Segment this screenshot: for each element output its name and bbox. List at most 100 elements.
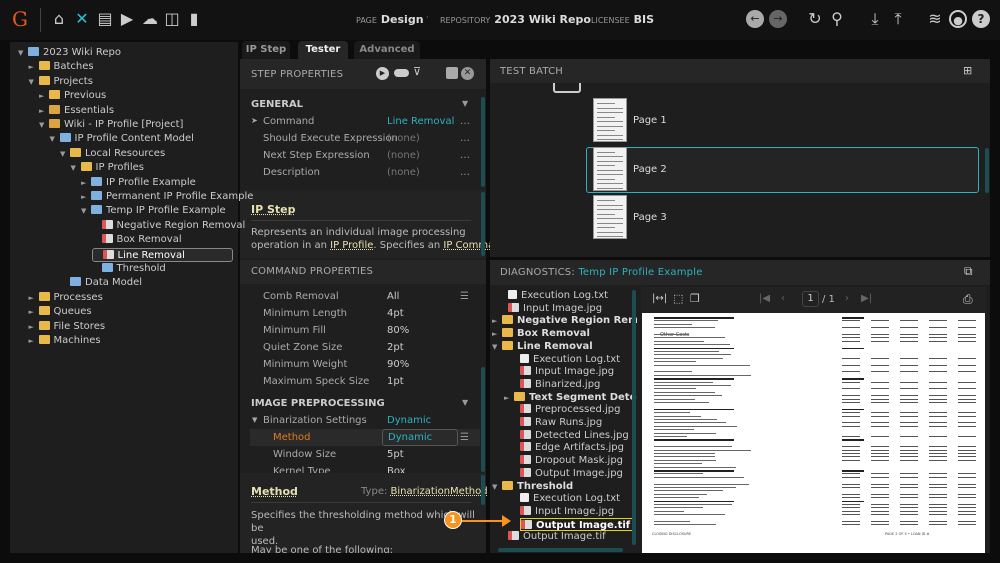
diagnostic-file[interactable]: ► Text Segment Detection — [504, 391, 637, 404]
tree-item[interactable]: ► Permanent IP Profile Example — [81, 190, 253, 204]
diagnostic-file[interactable]: Dropout Mask.jpg — [520, 454, 623, 467]
property-value[interactable]: 90% — [387, 359, 409, 370]
expand-icon[interactable]: ► — [29, 305, 39, 319]
diagnostic-file[interactable]: Output Image.jpg — [520, 467, 623, 480]
close-icon[interactable]: ✕ — [461, 67, 474, 80]
expand-icon[interactable]: ► — [29, 320, 39, 334]
cloud-upload-icon[interactable]: ☁ — [141, 10, 159, 28]
collapse-icon[interactable]: ▼ — [81, 204, 91, 218]
tab-tester[interactable]: Tester — [298, 41, 348, 59]
expand-icon[interactable]: ► — [81, 176, 91, 190]
tree-item[interactable]: Threshold — [92, 262, 166, 276]
property-value[interactable]: 80% — [387, 325, 409, 336]
user-icon[interactable]: ● — [949, 10, 967, 28]
tree-item[interactable]: ► Previous — [39, 89, 106, 103]
diagnostic-file[interactable]: Detected Lines.jpg — [520, 429, 629, 442]
tree-item[interactable]: Line Removal — [91, 247, 233, 262]
scrollbar[interactable] — [481, 192, 485, 256]
page-thumbnail[interactable] — [593, 146, 627, 191]
more-icon[interactable]: … — [460, 116, 470, 127]
next-page-icon[interactable]: › — [845, 293, 849, 304]
chevron-right-icon[interactable]: ➤ — [251, 116, 258, 125]
expand-icon[interactable]: ► — [29, 60, 39, 74]
expand-icon[interactable]: ▼ — [252, 416, 257, 424]
tree-item[interactable]: ► Queues — [29, 305, 92, 319]
tree-item[interactable]: ► IP Profile Example — [81, 176, 196, 190]
tree-item[interactable]: ▼ Temp IP Profile Example — [81, 204, 226, 218]
diagnostic-file[interactable]: ►Negative Region Removal — [492, 314, 637, 327]
collapse-icon[interactable]: ▼ — [71, 161, 81, 175]
tree-item[interactable]: ▼ Projects — [29, 75, 93, 89]
scrollbar[interactable] — [632, 290, 636, 545]
expand-icon[interactable]: ► — [39, 89, 49, 103]
diagnostic-file[interactable]: Input Image.jpg — [508, 302, 602, 315]
collapse-icon[interactable]: ▼ — [39, 118, 49, 132]
more-icon[interactable]: … — [460, 133, 470, 144]
diagnostic-file[interactable]: Raw Runs.jpg — [520, 416, 602, 429]
collapse-icon[interactable]: ▼ — [492, 481, 502, 494]
property-value[interactable]: 1pt — [387, 376, 404, 387]
method-select[interactable]: Dynamic — [382, 429, 458, 446]
page-label[interactable]: Page 2 — [633, 164, 667, 175]
tree-item[interactable]: Data Model — [60, 276, 142, 290]
diagnostic-file[interactable]: Input Image.jpg — [520, 365, 614, 378]
diagnostic-file[interactable]: Output Image.tif — [520, 517, 635, 531]
horizontal-scrollbar[interactable] — [498, 548, 623, 552]
diagnostics-profile-link[interactable]: Temp IP Profile Example — [578, 267, 702, 278]
property-value[interactable]: All — [387, 291, 399, 302]
media-icon[interactable]: ▶ — [118, 10, 136, 28]
forward-icon[interactable]: → — [769, 10, 787, 28]
image-preprocessing-header[interactable]: IMAGE PREPROCESSING — [251, 398, 385, 409]
collapse-icon[interactable]: ▼ — [50, 132, 60, 146]
back-icon[interactable]: ← — [746, 10, 764, 28]
briefcase-clock-icon[interactable]: ◫ — [163, 10, 181, 28]
chevron-down-icon[interactable]: ▼ — [462, 99, 468, 108]
tree-item[interactable]: ▼ Wiki - IP Profile [Project] — [39, 118, 183, 132]
diagnostic-file[interactable]: ▼ Line Removal — [492, 340, 593, 353]
more-icon[interactable]: … — [460, 167, 470, 178]
menu-icon[interactable]: ☰ — [460, 291, 469, 302]
archive-icon[interactable]: ▤ — [96, 10, 114, 28]
fit-width-icon[interactable]: |↔| — [652, 293, 667, 304]
property-value[interactable]: Line Removal — [387, 116, 454, 127]
scrollbar[interactable] — [481, 97, 485, 187]
fit-page-icon[interactable]: ⬚ — [673, 292, 683, 305]
tree-item[interactable]: ► Machines — [29, 334, 101, 348]
page-label[interactable]: Page 1 — [633, 115, 667, 126]
open-external-icon[interactable]: ⧉ — [964, 264, 973, 279]
scrollbar[interactable] — [985, 148, 989, 193]
tab-advanced[interactable]: Advanced — [354, 41, 420, 59]
diagnostic-file[interactable]: Edge Artifacts.jpg — [520, 441, 624, 454]
property-value[interactable]: 4pt — [387, 308, 404, 319]
play-icon[interactable]: ▶ — [376, 67, 389, 80]
expand-icon[interactable]: ► — [81, 190, 91, 204]
tree-item[interactable]: ► File Stores — [29, 320, 105, 334]
diagnostic-file[interactable]: Binarized.jpg — [520, 378, 600, 391]
tree-item[interactable]: Box Removal — [92, 233, 182, 247]
diagnostic-file[interactable]: Input Image.jpg — [520, 505, 614, 518]
diagnostic-file[interactable]: Execution Log.txt — [520, 353, 620, 366]
menu-icon[interactable]: ☰ — [460, 432, 469, 443]
collapse-icon[interactable]: ▼ — [18, 46, 28, 60]
ip-profile-link[interactable]: IP Profile — [330, 240, 373, 251]
general-section-header[interactable]: GENERAL — [251, 99, 303, 110]
collapse-icon[interactable]: ▼ — [492, 341, 502, 354]
tree-item[interactable]: ▼ 2023 Wiki Repo — [18, 46, 121, 60]
property-value[interactable]: 2pt — [387, 342, 404, 353]
diagnostic-file[interactable]: Execution Log.txt — [508, 289, 608, 302]
binarization-method-link[interactable]: BinarizationMethod — [391, 486, 488, 497]
expand-icon[interactable]: ► — [29, 334, 39, 348]
filter-off-icon[interactable]: ⊽ — [413, 65, 421, 78]
pages-icon[interactable]: ❐ — [690, 292, 700, 305]
tree-item[interactable]: ► Essentials — [39, 104, 114, 118]
tree-item[interactable]: ▼ IP Profiles — [71, 161, 144, 175]
tree-item[interactable]: ► Batches — [29, 60, 94, 74]
search-icon[interactable]: ⚲ — [828, 10, 846, 28]
tree-item[interactable]: ▼ Local Resources — [60, 147, 165, 161]
batch-folder-node[interactable] — [553, 83, 581, 93]
collapse-icon[interactable]: ▼ — [29, 75, 39, 89]
expand-icon[interactable]: ► — [504, 392, 514, 405]
print-icon[interactable]: ⎙ — [963, 292, 973, 307]
page-thumbnail[interactable] — [593, 195, 627, 239]
scrollbar[interactable] — [481, 475, 485, 505]
